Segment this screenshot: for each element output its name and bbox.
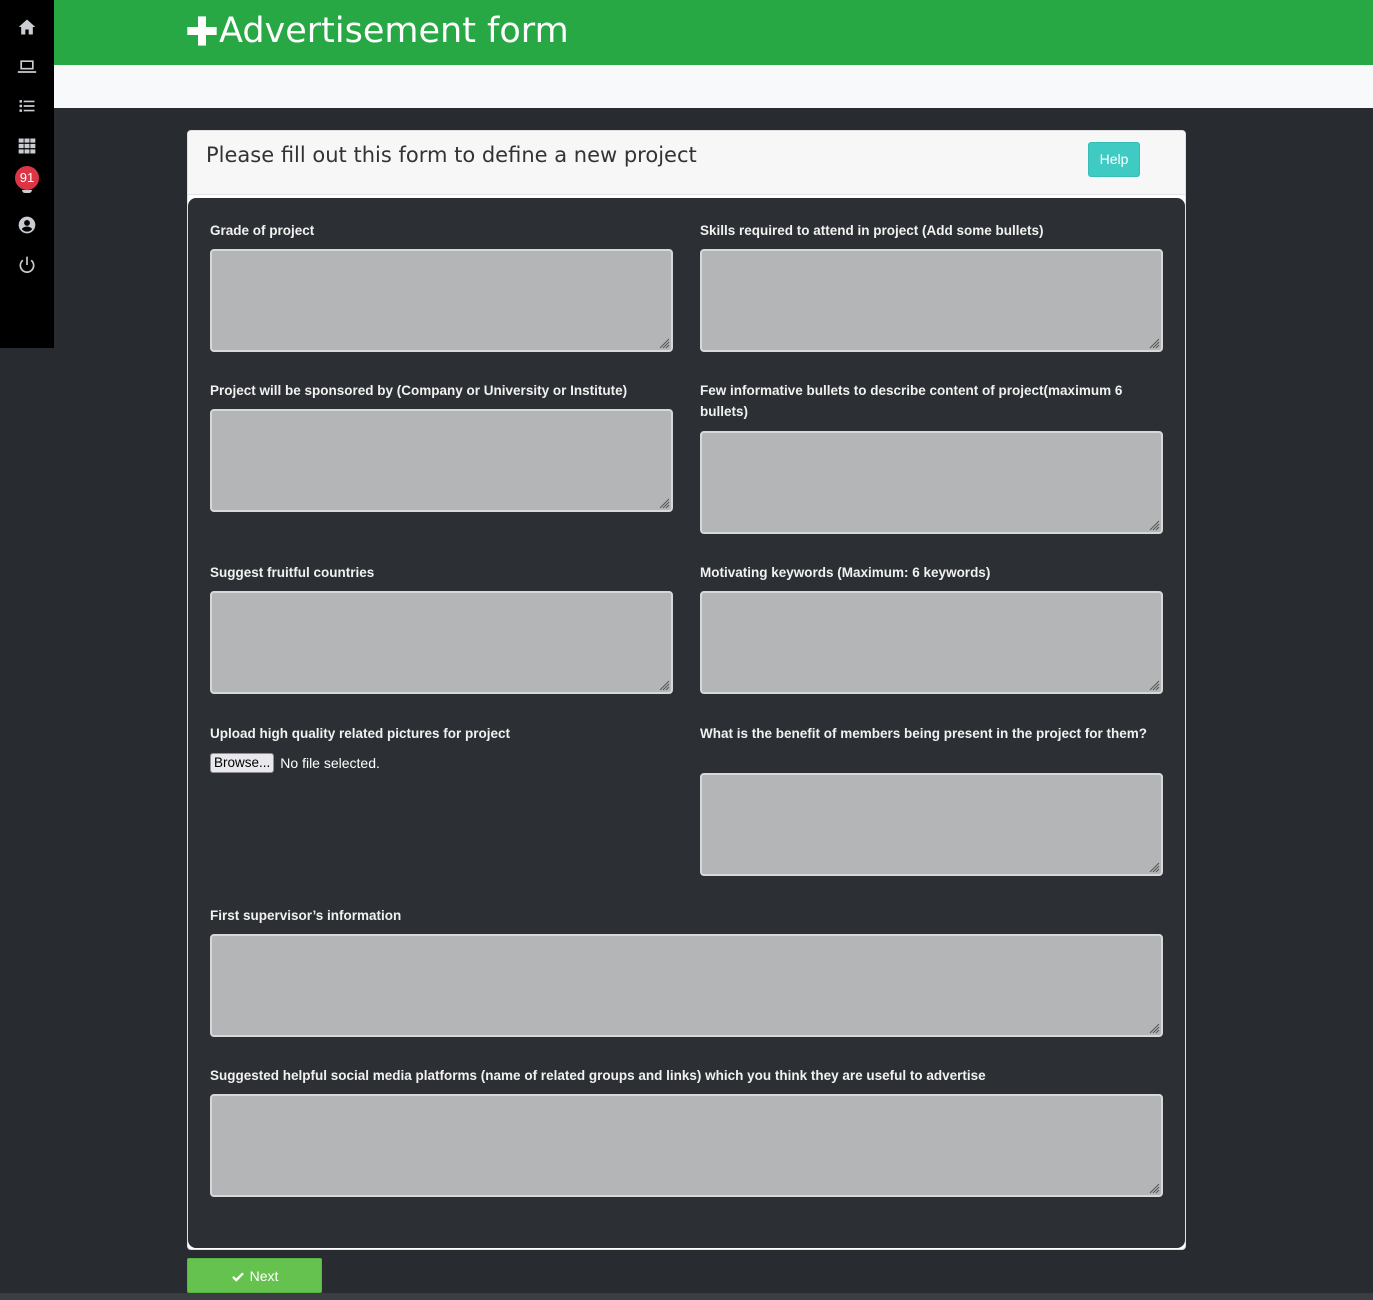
help-button[interactable]: Help (1088, 142, 1140, 177)
bell-icon[interactable] (22, 190, 32, 193)
top-header: Advertisement form (54, 0, 1373, 65)
browse-button[interactable]: Browse... (210, 753, 275, 773)
keywords-label: Motivating keywords (Maximum: 6 keywords… (700, 565, 991, 580)
check-icon (231, 1272, 244, 1282)
sidebar-item-profile[interactable] (0, 211, 54, 239)
grid-icon (18, 138, 36, 154)
power-icon (19, 256, 35, 273)
form-card: Please fill out this form to define a ne… (187, 130, 1186, 1250)
sponsor-textarea[interactable] (210, 409, 673, 512)
skills-label: Skills required to attend in project (Ad… (700, 223, 1044, 238)
resize-grip-icon[interactable] (1149, 1183, 1160, 1194)
file-upload: Browse... No file selected. (210, 753, 380, 773)
grade-textarea[interactable] (210, 249, 673, 352)
resize-grip-icon[interactable] (1149, 680, 1160, 691)
bullets-label: Few informative bullets to describe cont… (700, 383, 1123, 419)
user-icon (18, 216, 36, 234)
countries-textarea[interactable] (210, 591, 673, 694)
supervisor-label: First supervisor’s information (210, 908, 402, 923)
form-body: Grade of project Skills required to atte… (188, 198, 1185, 1248)
plus-icon (187, 16, 217, 46)
resize-grip-icon[interactable] (659, 680, 670, 691)
next-label: Next (249, 1267, 279, 1284)
sub-header-bar (54, 65, 1373, 108)
benefit-textarea[interactable] (700, 773, 1163, 876)
grade-label: Grade of project (210, 223, 315, 238)
supervisor-textarea[interactable] (210, 934, 1163, 1037)
keywords-textarea[interactable] (700, 591, 1163, 694)
next-button[interactable]: Next (187, 1258, 322, 1293)
resize-grip-icon[interactable] (1149, 1023, 1160, 1034)
card-header: Please fill out this form to define a ne… (188, 131, 1185, 195)
resize-grip-icon[interactable] (659, 338, 670, 349)
sponsor-label: Project will be sponsored by (Company or… (210, 383, 628, 398)
home-icon (18, 19, 36, 35)
benefit-label: What is the benefit of members being pre… (700, 726, 1148, 741)
page-title: Advertisement form (186, 6, 569, 56)
resize-grip-icon[interactable] (1149, 862, 1160, 873)
page-title-text: Advertisement form (219, 11, 569, 51)
sidebar-item-laptop[interactable] (0, 53, 54, 81)
sidebar: 91 (0, 0, 54, 348)
sidebar-item-grid[interactable] (0, 132, 54, 160)
card-heading: Please fill out this form to define a ne… (206, 143, 697, 167)
resize-grip-icon[interactable] (659, 498, 670, 509)
resize-grip-icon[interactable] (1149, 520, 1160, 531)
countries-label: Suggest fruitful countries (210, 565, 375, 580)
sidebar-item-logout[interactable] (0, 251, 54, 279)
sidebar-item-home[interactable] (0, 13, 54, 41)
bullets-textarea[interactable] (700, 431, 1163, 534)
social-textarea[interactable] (210, 1094, 1163, 1197)
upload-label: Upload high quality related pictures for… (210, 726, 511, 741)
social-label: Suggested helpful social media platforms… (210, 1068, 986, 1083)
sidebar-item-list[interactable] (0, 92, 54, 120)
skills-textarea[interactable] (700, 249, 1163, 352)
notification-badge[interactable]: 91 (15, 166, 39, 190)
laptop-icon (17, 60, 37, 73)
list-icon (19, 100, 35, 112)
file-status: No file selected. (280, 755, 380, 771)
resize-grip-icon[interactable] (1149, 338, 1160, 349)
bottom-divider (0, 1293, 1373, 1300)
